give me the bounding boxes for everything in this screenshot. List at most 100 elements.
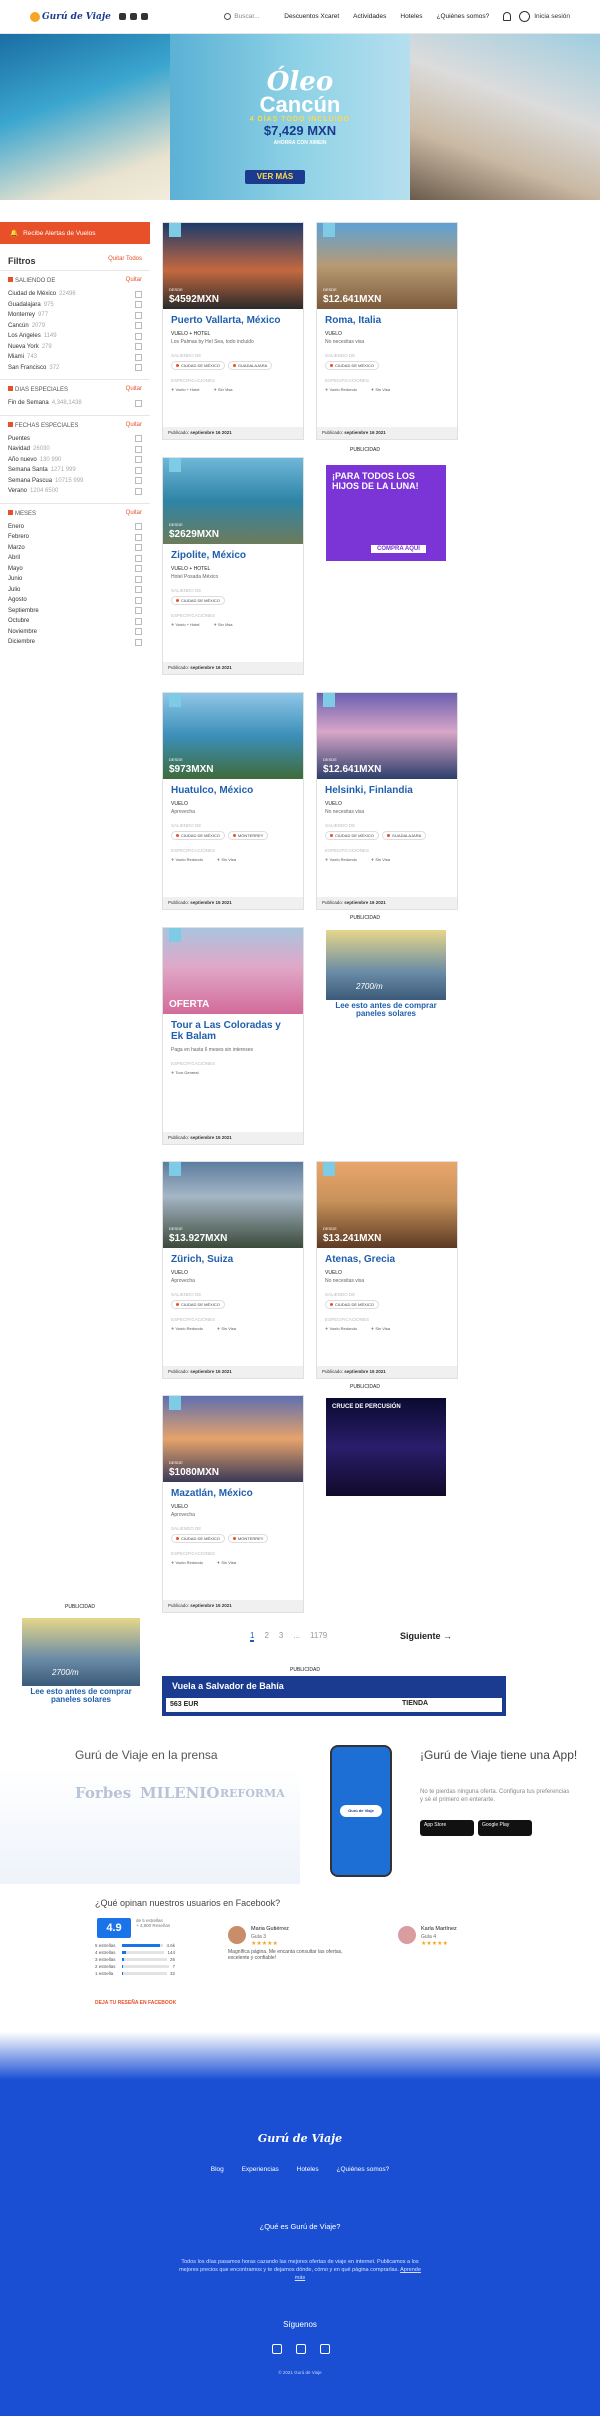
google-play-button[interactable]: Google Play <box>478 1820 532 1836</box>
instagram-icon[interactable] <box>129 13 137 20</box>
filter-checkbox[interactable] <box>135 332 142 340</box>
filter-option[interactable]: Enero <box>8 522 142 533</box>
filter-option[interactable]: Junio <box>8 574 142 585</box>
filter-checkbox[interactable] <box>135 586 142 594</box>
bookmark-icon[interactable] <box>323 1162 335 1176</box>
bookmark-icon[interactable] <box>169 223 181 237</box>
deal-image[interactable]: DESDE $4592MXN <box>163 223 303 309</box>
deal-title[interactable]: Tour a Las Coloradas y Ek Balam <box>171 1020 295 1042</box>
filter-option[interactable]: Mayo <box>8 564 142 575</box>
filter-checkbox[interactable] <box>135 290 142 298</box>
page-1[interactable]: 1 <box>250 1631 255 1642</box>
filter-checkbox[interactable] <box>135 399 142 407</box>
filter-option[interactable]: Semana Pascua 10715 999 <box>8 476 142 487</box>
instagram-icon[interactable] <box>296 2344 306 2354</box>
deal-image[interactable]: DESDE $13.241MXN <box>317 1162 457 1248</box>
filter-checkbox[interactable] <box>135 575 142 583</box>
login-link[interactable]: Inicia sesión <box>534 13 570 20</box>
filter-checkbox[interactable] <box>135 607 142 615</box>
filter-option[interactable]: Noviembre <box>8 627 142 638</box>
site-logo[interactable]: Gurú de Viaje <box>30 11 111 22</box>
bell-icon[interactable] <box>503 12 512 21</box>
nav-descuentos-xcaret[interactable]: Descuentos Xcaret <box>284 13 339 20</box>
footer-logo[interactable]: Gurú de Viaje <box>255 2132 345 2152</box>
bookmark-icon[interactable] <box>169 693 181 707</box>
deal-title[interactable]: Zürich, Suiza <box>171 1254 295 1265</box>
filter-option[interactable]: Septiembre <box>8 606 142 617</box>
app-store-button[interactable]: App Store <box>420 1820 474 1836</box>
ad-solar-2[interactable]: 2700/m Lee esto antes de comprar paneles… <box>22 1618 140 1714</box>
page-3[interactable]: 3 <box>279 1631 283 1642</box>
filter-option[interactable]: Fin de Semana 4,348,1438 <box>8 398 142 409</box>
deal-image[interactable]: DESDE $1080MXN <box>163 1396 303 1482</box>
filter-option[interactable]: Diciembre <box>8 637 142 648</box>
filter-checkbox[interactable] <box>135 533 142 541</box>
deal-card[interactable]: DESDE $12.641MXN Helsinki, Finlandia VUE… <box>316 692 458 910</box>
filter-checkbox[interactable] <box>135 596 142 604</box>
deal-image[interactable]: DESDE $2629MXN <box>163 458 303 544</box>
deal-title[interactable]: Mazatlán, México <box>171 1488 295 1499</box>
filter-option[interactable]: Miami 743 <box>8 352 142 363</box>
facebook-review-link[interactable]: DEJA TU RESEÑA EN FACEBOOK <box>95 2000 176 2006</box>
next-page-button[interactable]: Siguiente → <box>400 1631 452 1641</box>
filter-option[interactable]: Marzo <box>8 543 142 554</box>
filter-clear[interactable]: Quitar <box>126 277 142 284</box>
filter-checkbox[interactable] <box>135 628 142 636</box>
deal-card[interactable]: DESDE $4592MXN Puerto Vallarta, México V… <box>162 222 304 440</box>
deal-title[interactable]: Puerto Vallarta, México <box>171 315 295 326</box>
ad-banner-button[interactable]: TIENDA <box>402 1700 428 1707</box>
filter-option[interactable]: Semana Santa 1271 999 <box>8 465 142 476</box>
filter-checkbox[interactable] <box>135 445 142 453</box>
filter-checkbox[interactable] <box>135 301 142 309</box>
filter-option[interactable]: Verano 1204 6500 <box>8 486 142 497</box>
filter-option[interactable]: Monterrey 977 <box>8 310 142 321</box>
youtube-icon[interactable] <box>140 13 148 20</box>
filter-option[interactable]: Agosto <box>8 595 142 606</box>
deal-title[interactable]: Roma, Italia <box>325 315 449 326</box>
deal-card[interactable]: DESDE $1080MXN Mazatlán, México VUELO Ap… <box>162 1395 304 1613</box>
filter-checkbox[interactable] <box>135 435 142 443</box>
filter-option[interactable]: Julio <box>8 585 142 596</box>
deal-card[interactable]: DESDE $2629MXN Zipolite, México VUELO + … <box>162 457 304 675</box>
filter-clear[interactable]: Quitar <box>126 510 142 517</box>
bookmark-icon[interactable] <box>169 1396 181 1410</box>
ad-bahia-banner[interactable]: Vuela a Salvador de Bahía 563 EUR TIENDA <box>162 1676 506 1716</box>
deal-card[interactable]: DESDE $13.241MXN Atenas, Grecia VUELO No… <box>316 1161 458 1379</box>
footer-experiencias-link[interactable]: Experiencias <box>242 2166 279 2173</box>
youtube-icon[interactable] <box>320 2344 330 2354</box>
facebook-icon[interactable] <box>118 13 126 20</box>
ad-show[interactable]: CRUCE DE PERCUSIÓN <box>326 1398 446 1496</box>
filter-option[interactable]: Puentes <box>8 434 142 445</box>
deal-image[interactable]: DESDE $973MXN <box>163 693 303 779</box>
facebook-icon[interactable] <box>272 2344 282 2354</box>
bookmark-icon[interactable] <box>323 693 335 707</box>
footer-blog-link[interactable]: Blog <box>211 2166 224 2173</box>
filter-clear[interactable]: Quitar <box>126 422 142 429</box>
page-last[interactable]: 1179 <box>310 1631 327 1642</box>
ad-luna-button[interactable]: COMPRA AQUÍ <box>371 545 426 553</box>
filter-option[interactable]: San Francisco 372 <box>8 363 142 374</box>
filter-option[interactable]: Nueva York 279 <box>8 342 142 353</box>
filter-checkbox[interactable] <box>135 343 142 351</box>
search-box[interactable]: Buscar... <box>224 13 274 20</box>
deal-card[interactable]: OFERTA Tour a Las Coloradas y Ek Balam P… <box>162 927 304 1145</box>
filter-option[interactable]: Abril <box>8 553 142 564</box>
filter-option[interactable]: Octubre <box>8 616 142 627</box>
filter-checkbox[interactable] <box>135 353 142 361</box>
deal-card[interactable]: DESDE $13.927MXN Zürich, Suiza VUELO Apr… <box>162 1161 304 1379</box>
filter-checkbox[interactable] <box>135 364 142 372</box>
deal-title[interactable]: Helsinki, Finlandia <box>325 785 449 796</box>
deal-image[interactable]: OFERTA <box>163 928 303 1014</box>
deal-image[interactable]: DESDE $12.641MXN <box>317 693 457 779</box>
filter-checkbox[interactable] <box>135 322 142 330</box>
bookmark-icon[interactable] <box>169 458 181 472</box>
user-icon[interactable] <box>519 11 531 22</box>
filter-checkbox[interactable] <box>135 477 142 485</box>
filter-checkbox[interactable] <box>135 617 142 625</box>
filter-option[interactable]: Año nuevo 130 990 <box>8 455 142 466</box>
deal-title[interactable]: Zipolite, México <box>171 550 295 561</box>
footer-hoteles-link[interactable]: Hoteles <box>297 2166 319 2173</box>
bookmark-icon[interactable] <box>323 223 335 237</box>
filter-checkbox[interactable] <box>135 565 142 573</box>
deal-card[interactable]: DESDE $973MXN Huatulco, México VUELO Apr… <box>162 692 304 910</box>
